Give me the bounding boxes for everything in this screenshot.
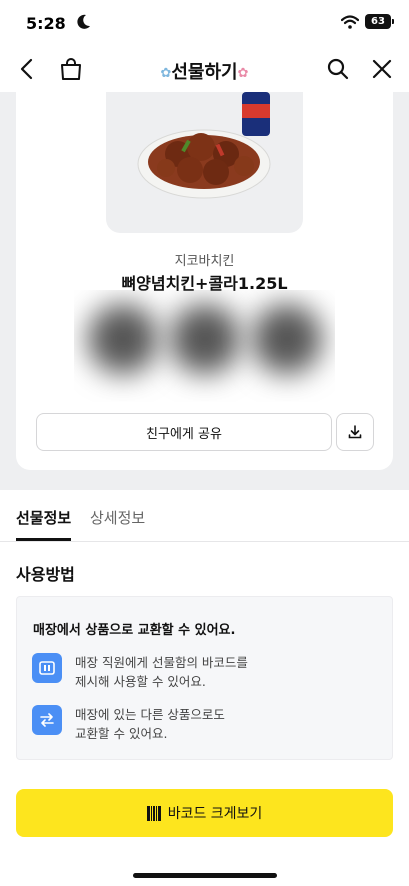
status-time: 5:28: [26, 14, 66, 33]
usage-step-line: 매장 직원에게 선물함의 바코드를: [75, 655, 248, 670]
blurred-barcode: [74, 290, 335, 402]
usage-step: 매장에 있는 다른 상품으로도 교환할 수 있어요.: [32, 705, 372, 743]
share-to-friend-button[interactable]: 친구에게 공유: [36, 413, 332, 451]
view-barcode-label: 바코드 크게보기: [167, 806, 263, 822]
usage-step-line: 제시해 사용할 수 있어요.: [75, 674, 206, 689]
usage-step: 매장 직원에게 선물함의 바코드를 제시해 사용할 수 있어요.: [32, 653, 372, 691]
brand-name: 지코바치킨: [174, 254, 235, 269]
download-button[interactable]: [336, 413, 374, 451]
status-bar: 5:28 63: [0, 0, 409, 46]
usage-step-line: 교환할 수 있어요.: [75, 726, 168, 741]
status-indicators: 63: [341, 14, 394, 29]
chicken-cola-illustration: [137, 92, 271, 199]
close-icon[interactable]: [369, 56, 395, 82]
tab-gift-info[interactable]: 선물정보: [16, 507, 71, 528]
download-icon: [348, 425, 362, 439]
page-title-text: 선물하기: [171, 62, 238, 83]
barcode-icon: [146, 805, 161, 821]
product-image: [106, 92, 303, 233]
exchange-arrows-icon: [32, 705, 62, 735]
tab-bar: 선물정보 상세정보: [0, 490, 409, 542]
usage-info-box: 매장에서 상품으로 교환할 수 있어요. 매장 직원에게 선물함의 바코드를 제…: [16, 596, 393, 760]
tab-detail-info[interactable]: 상세정보: [90, 507, 145, 528]
active-tab-indicator: [16, 538, 71, 541]
app-header: ✿선물하기✿: [0, 46, 409, 92]
blue-flower-icon: ✿: [160, 66, 172, 81]
barcode-card-icon: [32, 653, 62, 683]
section-divider: [0, 770, 409, 778]
battery-indicator: 63: [365, 14, 394, 29]
pink-flower-icon: ✿: [237, 66, 249, 81]
wifi-icon: [341, 14, 359, 29]
usage-headline: 매장에서 상품으로 교환할 수 있어요.: [33, 623, 236, 638]
home-indicator: [133, 873, 277, 878]
moon-icon: [77, 14, 90, 29]
usage-step-line: 매장에 있는 다른 상품으로도: [75, 707, 225, 722]
usage-section-title: 사용방법: [16, 565, 75, 584]
search-icon[interactable]: [325, 56, 351, 82]
view-barcode-large-button[interactable]: 바코드 크게보기: [16, 789, 393, 837]
